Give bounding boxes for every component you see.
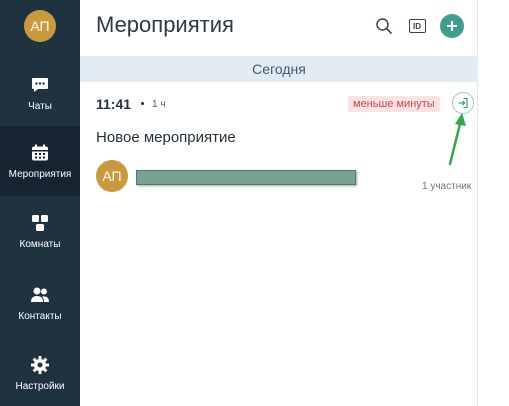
date-divider: Сегодня [80, 56, 478, 82]
contacts-icon [31, 287, 49, 302]
plus-icon [447, 21, 457, 31]
sidebar: АП Чаты Мероприятия Комнаты Контакты Нас… [0, 0, 80, 406]
sidebar-item-label: Мероприятия [8, 168, 72, 180]
event-title: Новое мероприятие [96, 129, 236, 146]
scroll-gutter [478, 0, 509, 406]
sidebar-item-events[interactable]: Мероприятия [0, 126, 80, 196]
sidebar-item-label: Контакты [18, 310, 62, 322]
avatar: АП [96, 160, 128, 192]
event-duration: 1 ч [152, 99, 166, 110]
gear-icon [31, 355, 49, 374]
app-window: АП Чаты Мероприятия Комнаты Контакты Нас… [0, 0, 509, 406]
join-event-button[interactable] [452, 92, 474, 114]
sidebar-item-label: Чаты [28, 100, 52, 112]
sidebar-item-label: Комнаты [19, 238, 61, 250]
status-badge: меньше минуты [348, 96, 440, 112]
search-button[interactable] [372, 14, 396, 38]
user-avatar[interactable]: АП [24, 10, 56, 42]
chat-icon [32, 77, 48, 92]
calendar-icon [32, 144, 48, 160]
panel-header: Мероприятия ID [80, 0, 478, 54]
event-card[interactable]: 11:41 1 ч меньше минуты Новое мероприяти… [80, 88, 478, 198]
separator-dot [141, 102, 144, 105]
sidebar-item-contacts[interactable]: Контакты [0, 268, 80, 338]
sidebar-item-rooms[interactable]: Комнаты [0, 196, 80, 266]
sidebar-item-settings[interactable]: Настройки [0, 338, 80, 406]
enter-icon [458, 97, 468, 109]
rooms-icon [32, 214, 48, 231]
events-panel: Мероприятия ID Сегодня 11:41 1 ч меньше … [80, 0, 478, 406]
id-icon: ID [408, 19, 426, 33]
page-title: Мероприятия [96, 12, 234, 37]
sidebar-item-label: Настройки [15, 380, 65, 392]
search-icon [376, 18, 392, 34]
participants-count: 1 участник [422, 181, 472, 192]
sidebar-item-chats[interactable]: Чаты [0, 58, 80, 128]
redacted-participant-name [136, 170, 356, 185]
add-event-button[interactable] [440, 14, 464, 38]
event-time: 11:41 [96, 96, 132, 112]
join-by-id-button[interactable]: ID [405, 14, 429, 38]
